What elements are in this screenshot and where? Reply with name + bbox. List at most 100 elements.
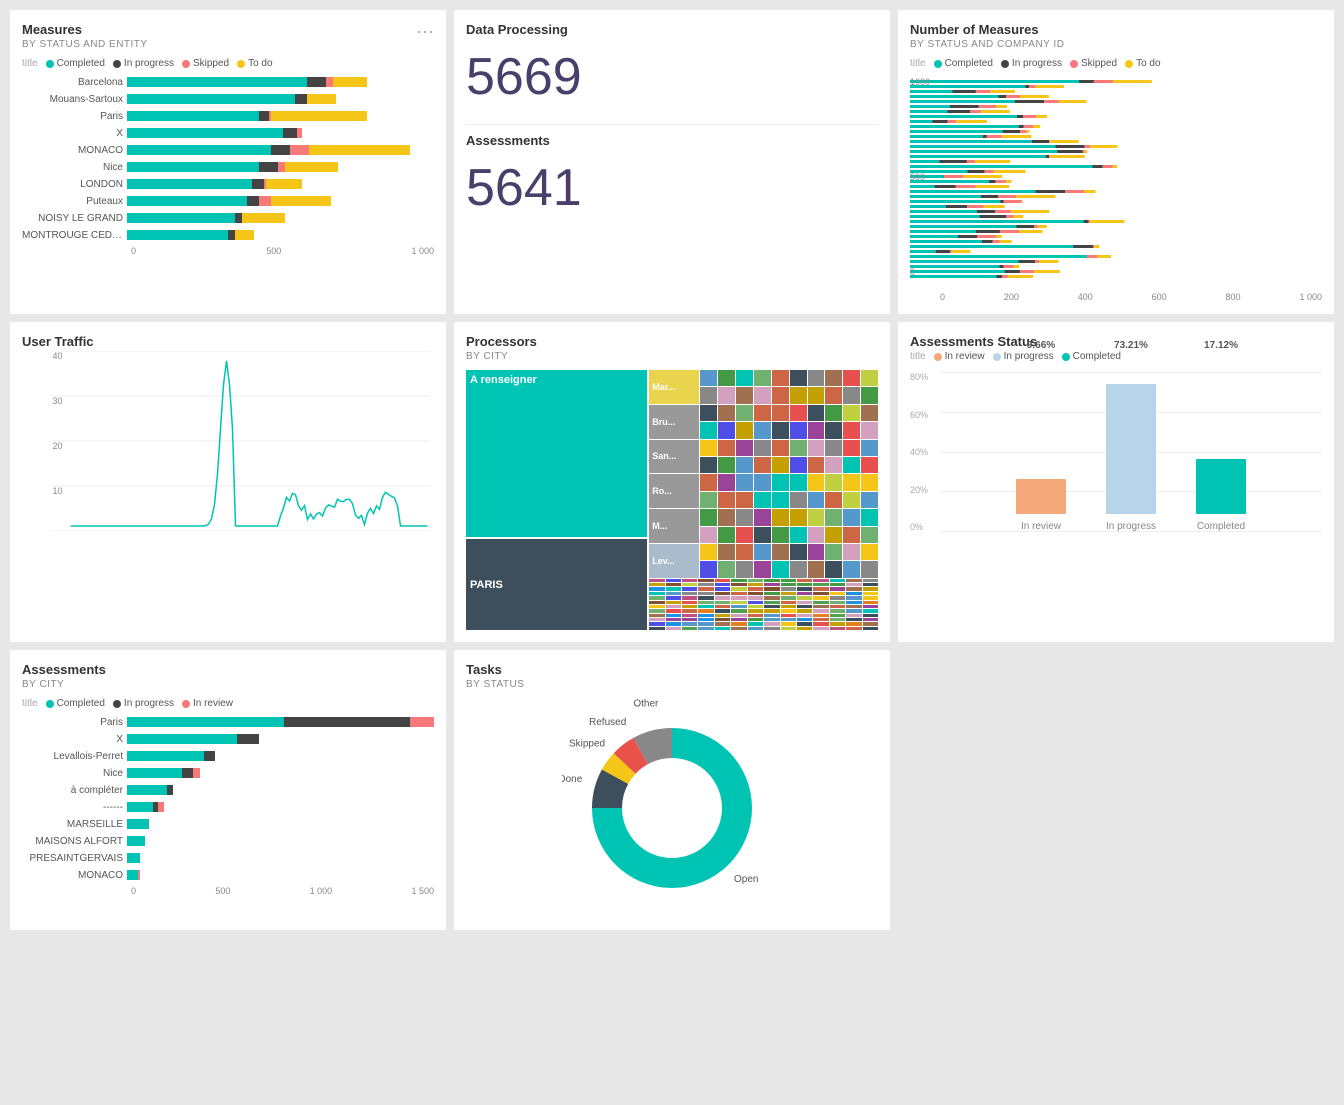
- treemap-grid-cell: [731, 605, 746, 608]
- treemap-grid-cell: [863, 587, 878, 590]
- tasks-subtitle: BY STATUS: [466, 679, 878, 690]
- treemap-grid-cell: [715, 605, 730, 608]
- treemap-grid-cell: [764, 596, 779, 599]
- treemap-mini-cell: [861, 544, 878, 560]
- assessments-city-bar-row: X: [22, 732, 434, 746]
- treemap-grid-cell: [797, 579, 812, 582]
- treemap-grid-cell: [846, 579, 861, 582]
- treemap-mini-cell: [772, 527, 789, 543]
- treemap-mini-cell: [700, 561, 717, 577]
- treemap-grid-cell: [715, 587, 730, 590]
- treemap-grid-cell: [846, 614, 861, 617]
- treemap-grid-cell: [698, 622, 713, 625]
- treemap-grid-cell: [813, 579, 828, 582]
- treemap-grid-cell: [748, 587, 763, 590]
- treemap-grid-cell: [682, 618, 697, 621]
- measures-bar-row: Puteaux: [22, 194, 434, 208]
- measures-more-btn[interactable]: ···: [416, 22, 434, 40]
- treemap-grid-cell: [813, 587, 828, 590]
- measures-bar-row: Paris: [22, 109, 434, 123]
- treemap-grid-cell: [682, 609, 697, 612]
- treemap-mini-cell: [843, 422, 860, 438]
- treemap-left-column: A renseignerPARIS: [466, 370, 647, 630]
- skipped-dot: [182, 60, 190, 68]
- treemap-mini-cell: [772, 561, 789, 577]
- treemap-grid-cell: [764, 587, 779, 590]
- treemap-grid-cell: [846, 627, 861, 630]
- treemap-grid-cell: [781, 622, 796, 625]
- treemap-grid-cell: [813, 614, 828, 617]
- treemap-mini-cell: [754, 509, 771, 525]
- treemap-grid-cell: [649, 583, 664, 586]
- treemap-grid-cell: [813, 592, 828, 595]
- user-traffic-card: User Traffic 4030201001520M1540M1560M: [10, 322, 446, 642]
- treemap-mini-cell: [808, 509, 825, 525]
- treemap-mini-cell: [718, 370, 735, 386]
- treemap-grid-cell: [698, 614, 713, 617]
- treemap-mini-cell: [790, 457, 807, 473]
- assessments-status-chart: 80%60%40%20%0% 9.66% In review 73.2: [910, 372, 1322, 532]
- treemap-mini-cell: [772, 474, 789, 490]
- treemap-mini-cell: [790, 387, 807, 403]
- measures-bar-row: X: [22, 126, 434, 140]
- treemap-mini-cell: [700, 387, 717, 403]
- treemap-grid-cell: [698, 627, 713, 630]
- treemap-grid-cell: [731, 592, 746, 595]
- treemap-grid-cell: [715, 596, 730, 599]
- treemap-mini-cell: [736, 474, 753, 490]
- measures-bar-row: NOISY LE GRAND: [22, 211, 434, 225]
- treemap-grid-cell: [666, 587, 681, 590]
- treemap-grid-cell: [715, 618, 730, 621]
- treemap-mini-cell: [772, 509, 789, 525]
- treemap-grid-cell: [797, 627, 812, 630]
- treemap-mini-cell: [754, 527, 771, 543]
- treemap-mini-cell: [754, 387, 771, 403]
- treemap-named-row: Bru...: [649, 405, 878, 439]
- treemap-grid-cell: [813, 622, 828, 625]
- treemap-grid-cell: [781, 587, 796, 590]
- treemap-grid-cell: [748, 592, 763, 595]
- treemap-mini-cell: [861, 457, 878, 473]
- treemap-mini-cell: [700, 422, 717, 438]
- tasks-donut-container: OpenDoneSkippedRefusedOther: [466, 698, 878, 918]
- treemap-mini-cell: [843, 527, 860, 543]
- treemap-grid-cell: [748, 627, 763, 630]
- status-bar-group-container: 9.66% In review 73.21% In progress 17.12…: [940, 372, 1322, 532]
- treemap-grid-cell: [682, 601, 697, 604]
- treemap-mini-cell: [808, 422, 825, 438]
- treemap-mini-cell: [736, 422, 753, 438]
- treemap-mini-cell: [736, 509, 753, 525]
- treemap-grid-cell: [731, 601, 746, 604]
- treemap-grid-cell: [764, 592, 779, 595]
- treemap-mini-cell: [790, 527, 807, 543]
- treemap-mini-cell: [790, 440, 807, 456]
- treemap-grid-cell: [748, 596, 763, 599]
- treemap-mini-cell: [754, 457, 771, 473]
- treemap-grid-cell: [863, 627, 878, 630]
- treemap-grid-cell: [781, 627, 796, 630]
- treemap-grid-cell: [830, 579, 845, 582]
- treemap-named-row: Ro...: [649, 474, 878, 508]
- treemap-grid-cell: [863, 601, 878, 604]
- treemap-mini-cell: [808, 457, 825, 473]
- treemap-grid-cell: [748, 618, 763, 621]
- treemap-grid-cell: [666, 592, 681, 595]
- treemap-grid-cell: [682, 587, 697, 590]
- treemap-mini-cell: [754, 440, 771, 456]
- treemap-grid-cell: [731, 596, 746, 599]
- number-measures-legend: title Completed In progress Skipped To d…: [910, 58, 1322, 69]
- treemap-mini-cell: [772, 422, 789, 438]
- tasks-donut-chart: OpenDoneSkippedRefusedOther: [562, 698, 782, 918]
- treemap-grid-cell: [813, 583, 828, 586]
- treemap-mini-cell: [718, 509, 735, 525]
- treemap-mini-cell: [825, 370, 842, 386]
- processors-card: Processors BY CITY A renseignerPARISMar.…: [454, 322, 890, 642]
- treemap-grid-cell: [748, 609, 763, 612]
- treemap-named-row: M...: [649, 509, 878, 543]
- treemap-grid-cell: [863, 622, 878, 625]
- tasks-card: Tasks BY STATUS OpenDoneSkippedRefusedOt…: [454, 650, 890, 930]
- treemap-grid-cell: [748, 583, 763, 586]
- treemap-grid-cell: [764, 583, 779, 586]
- treemap-grid-cell: [682, 592, 697, 595]
- treemap-grid-cell: [764, 601, 779, 604]
